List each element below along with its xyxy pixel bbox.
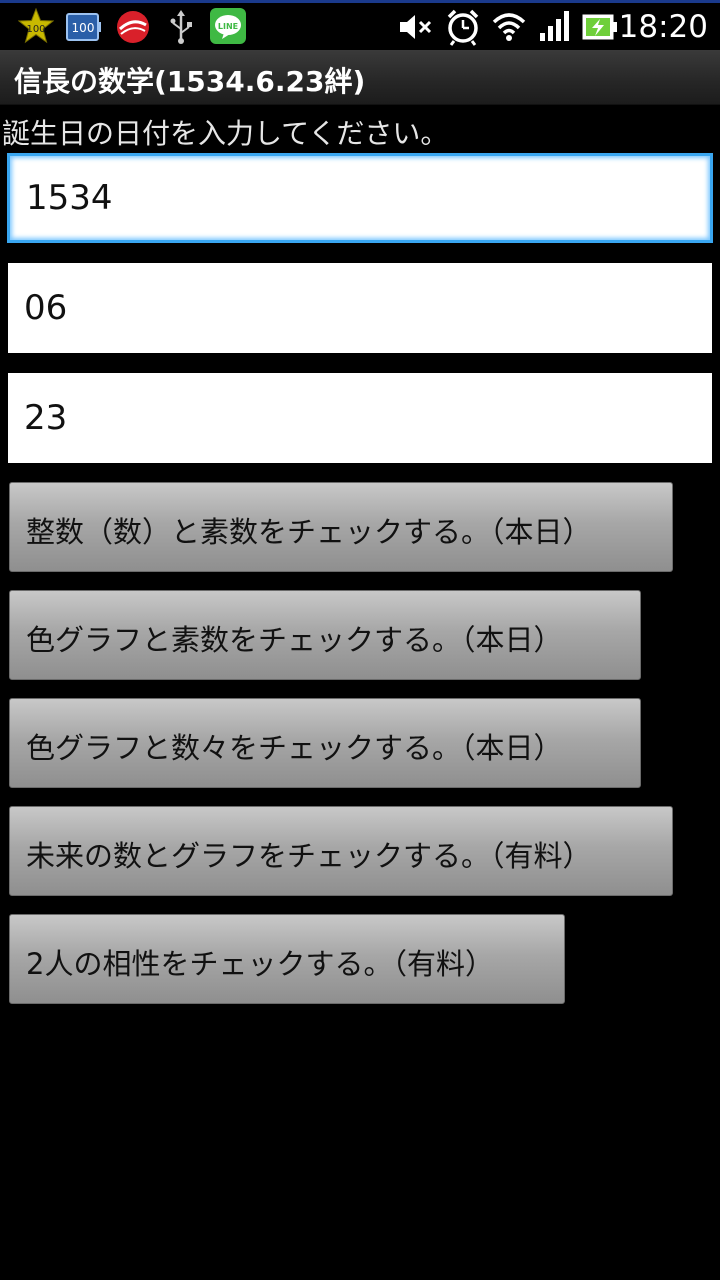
status-bar: 100 100 LINE 18:20: [0, 3, 720, 50]
app-title: 信長の数学(1534.6.23絆): [14, 65, 366, 98]
battery-saver-icon: 100: [66, 12, 102, 42]
future-numbers-graph-label: 未来の数とグラフをチェックする。（有料）: [26, 839, 592, 873]
color-graph-numbers-label: 色グラフと数々をチェックする。（本日）: [26, 731, 563, 765]
birthday-prompt-label: 誕生日の日付を入力してください。: [2, 117, 449, 150]
app-title-bar: 信長の数学(1534.6.23絆): [0, 50, 720, 105]
future-numbers-graph-button[interactable]: 未来の数とグラフをチェックする。（有料）: [9, 806, 673, 896]
day-input[interactable]: [8, 373, 712, 463]
line-app-icon: LINE: [210, 8, 246, 44]
line-app-text: LINE: [218, 22, 238, 31]
clock-time: 18:20: [618, 9, 708, 45]
compatibility-check-button[interactable]: 2人の相性をチェックする。（有料）: [9, 914, 565, 1004]
star-badge-icon: 100: [17, 7, 55, 44]
compatibility-check-label: 2人の相性をチェックする。（有料）: [26, 947, 494, 981]
wifi-icon: [492, 10, 526, 42]
month-input[interactable]: [8, 263, 712, 353]
mute-icon: [398, 11, 434, 43]
battery-saver-text: 100: [72, 21, 95, 35]
battery-icon: [582, 14, 618, 40]
star-badge-text: 100: [26, 24, 45, 35]
day-field-container: [8, 373, 712, 463]
color-graph-numbers-button[interactable]: 色グラフと数々をチェックする。（本日）: [9, 698, 641, 788]
month-field-container: [8, 263, 712, 353]
alarm-icon: [446, 8, 480, 46]
trend-micro-icon: [115, 9, 151, 45]
color-graph-prime-button[interactable]: 色グラフと素数をチェックする。（本日）: [9, 590, 641, 680]
color-graph-prime-label: 色グラフと素数をチェックする。（本日）: [26, 623, 563, 657]
usb-icon: [168, 9, 194, 45]
signal-icon: [538, 9, 572, 43]
year-input[interactable]: [10, 156, 710, 240]
check-integer-prime-label: 整数（数）と素数をチェックする。（本日）: [26, 515, 592, 549]
check-integer-prime-button[interactable]: 整数（数）と素数をチェックする。（本日）: [9, 482, 673, 572]
year-field-container: [7, 153, 713, 243]
